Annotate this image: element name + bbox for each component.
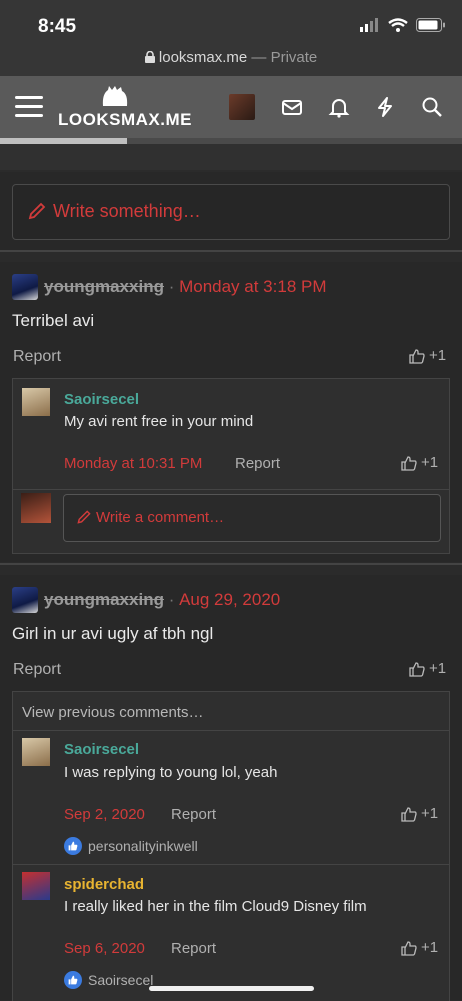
comment-text: I was replying to young lol, yeah [64,764,278,781]
write-comment-placeholder: Write a comment… [96,509,225,526]
post-body: Terribel avi [12,311,95,330]
comments-box: Saoirsecel My avi rent free in your mind… [12,378,450,554]
home-indicator[interactable] [149,986,314,991]
post-date[interactable]: Monday at 3:18 PM [179,277,326,297]
search-icon[interactable] [421,96,443,118]
post-author[interactable]: youngmaxxing [44,277,164,297]
thumb-up-icon [401,940,417,956]
site-logo[interactable]: LOOKSMAX.ME [58,86,191,130]
write-something-placeholder: Write something… [53,201,201,221]
logo-text: LOOKSMAX.ME [58,110,192,129]
avatar[interactable] [22,872,50,900]
comment-report-link[interactable]: Report [171,806,216,823]
write-something-input[interactable]: Write something… [12,184,450,240]
post-date[interactable]: Aug 29, 2020 [179,590,280,610]
url-domain: looksmax.me [158,49,248,66]
comment-like-button[interactable]: +1 [401,939,438,956]
menu-icon[interactable] [15,96,43,118]
comments-box: View previous comments… Saoirsecel I was… [12,691,450,1001]
top-strip [0,144,462,170]
post-body: Girl in ur avi ugly af tbh ngl [12,624,214,643]
view-previous-comments[interactable]: View previous comments… [22,704,203,721]
liked-by-name: personalityinkwell [88,838,198,854]
like-reaction-icon [64,971,82,989]
battery-icon [416,18,445,32]
thumb-up-icon [409,348,425,364]
pencil-icon [28,202,46,220]
avatar[interactable] [12,274,38,300]
divider [0,563,462,565]
liked-by[interactable]: personalityinkwell [64,837,198,855]
url-mode: Private [270,49,318,66]
lock-icon [144,50,155,63]
site-navbar: LOOKSMAX.ME [0,76,462,138]
avatar[interactable] [12,587,38,613]
avatar[interactable] [22,388,50,416]
comment-report-link[interactable]: Report [171,940,216,957]
comment-like-button[interactable]: +1 [401,454,438,471]
divider [13,730,449,731]
post-separator: · [163,277,180,296]
like-button[interactable]: +1 [409,347,446,364]
comment-author[interactable]: spiderchad [64,876,144,893]
pencil-icon [77,510,91,524]
like-count: +1 [429,347,447,364]
like-reaction-icon [64,837,82,855]
bell-icon[interactable] [328,96,350,118]
comment-date[interactable]: Monday at 10:31 PM [64,455,202,472]
like-count: +1 [421,939,439,956]
comment-text: I really liked her in the film Cloud9 Di… [64,898,367,915]
avatar[interactable] [21,493,51,523]
status-bar: 8:45 looksmax.me — Private [0,0,462,76]
divider [0,250,462,252]
comment-report-link[interactable]: Report [235,455,280,472]
comment-author[interactable]: Saoirsecel [64,391,139,408]
signal-icon [360,18,378,32]
mail-icon[interactable] [281,96,303,118]
logo-hair-icon [102,86,128,106]
divider [13,489,449,490]
divider [13,864,449,865]
url-bar[interactable]: looksmax.me — Private [0,49,462,66]
write-comment-input[interactable]: Write a comment… [63,494,441,542]
comment-author[interactable]: Saoirsecel [64,741,139,758]
status-time: 8:45 [38,16,77,37]
url-separator: — [247,49,271,66]
report-link[interactable]: Report [13,661,61,679]
comment-text: My avi rent free in your mind [64,413,254,430]
post-header: youngmaxxing · Monday at 3:18 PM [12,273,327,301]
like-count: +1 [421,454,439,471]
thumb-up-icon [401,806,417,822]
post-header: youngmaxxing · Aug 29, 2020 [12,586,280,614]
comment-date[interactable]: Sep 2, 2020 [64,806,145,823]
liked-by[interactable]: Saoirsecel [64,971,153,989]
bolt-icon[interactable] [374,96,396,118]
thumb-up-icon [401,455,417,471]
report-link[interactable]: Report [13,348,61,366]
post-author[interactable]: youngmaxxing [44,590,164,610]
comment-like-button[interactable]: +1 [401,805,438,822]
wifi-icon [388,18,408,32]
like-count: +1 [429,660,447,677]
avatar[interactable] [22,738,50,766]
post-separator: · [163,590,180,609]
like-button[interactable]: +1 [409,660,446,677]
liked-by-name: Saoirsecel [88,972,154,988]
thumb-up-icon [409,661,425,677]
user-avatar[interactable] [229,94,255,120]
like-count: +1 [421,805,439,822]
status-icons [360,18,446,32]
comment-date[interactable]: Sep 6, 2020 [64,940,145,957]
